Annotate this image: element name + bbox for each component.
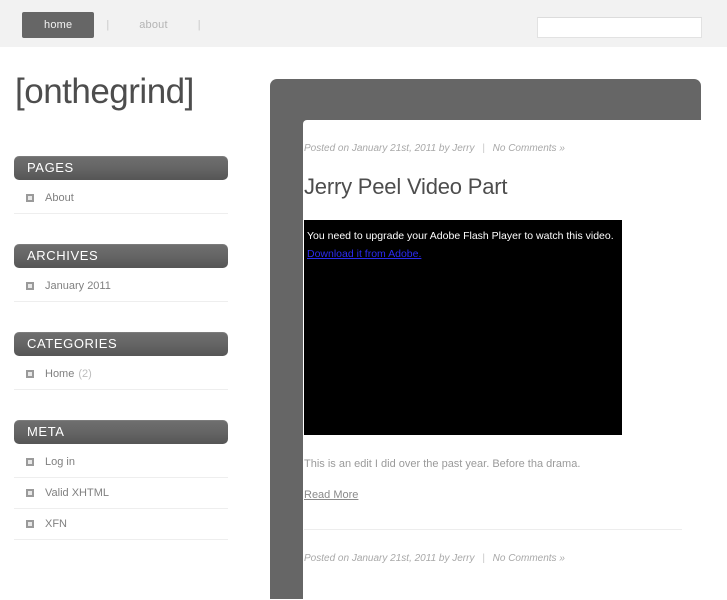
widget-categories: CATEGORIES Home (2) [14, 332, 228, 390]
post-meta-byline: Posted on January 21st, 2011 by Jerry [304, 143, 475, 154]
post-meta-separator: | [482, 553, 485, 564]
list-item[interactable]: Log in [14, 444, 228, 478]
post-meta: Posted on January 21st, 2011 by Jerry | … [304, 120, 701, 155]
post-article: Posted on January 21st, 2011 by Jerry | … [304, 530, 701, 565]
post-meta: Posted on January 21st, 2011 by Jerry | … [304, 530, 701, 565]
list-item[interactable]: Home (2) [14, 356, 228, 390]
widget-list-categories: Home (2) [14, 356, 228, 390]
category-count: (2) [78, 368, 92, 380]
post-title-link[interactable]: Jerry Peel Video Part [304, 174, 507, 199]
square-bullet-icon [26, 520, 34, 528]
flash-upgrade-message: You need to upgrade your Adobe Flash Pla… [307, 230, 614, 242]
nav-item-about[interactable]: about [121, 13, 186, 37]
list-item[interactable]: January 2011 [14, 268, 228, 302]
widget-pages: PAGES About [14, 156, 228, 214]
sidebar-link-january-2011[interactable]: January 2011 [45, 280, 111, 292]
read-more-link[interactable]: Read More [304, 489, 358, 501]
sidebar-link-valid-xhtml[interactable]: Valid XHTML [45, 487, 109, 499]
square-bullet-icon [26, 282, 34, 290]
top-bar: home | about | [0, 0, 727, 47]
square-bullet-icon [26, 458, 34, 466]
sidebar: PAGES About ARCHIVES January 2011 CATEGO… [14, 156, 228, 570]
post-article: Posted on January 21st, 2011 by Jerry | … [304, 120, 701, 530]
square-bullet-icon [26, 489, 34, 497]
post-comments-link[interactable]: No Comments » [493, 553, 565, 564]
list-item[interactable]: Valid XHTML [14, 478, 228, 509]
post-meta-byline: Posted on January 21st, 2011 by Jerry [304, 553, 475, 564]
widget-list-meta: Log in Valid XHTML XFN [14, 444, 228, 540]
primary-navigation: home | about | [22, 12, 213, 38]
flash-download-link[interactable]: Download it from Adobe. [307, 248, 421, 260]
flash-video-placeholder[interactable]: You need to upgrade your Adobe Flash Pla… [304, 220, 622, 435]
sidebar-link-log-in[interactable]: Log in [45, 456, 75, 468]
post-comments-link[interactable]: No Comments » [493, 143, 565, 154]
list-item[interactable]: XFN [14, 509, 228, 540]
sidebar-link-about[interactable]: About [45, 192, 74, 204]
widget-list-archives: January 2011 [14, 268, 228, 302]
widget-title-meta: META [14, 420, 228, 444]
post-title: Jerry Peel Video Part [304, 174, 701, 200]
nav-separator-1: | [106, 19, 110, 31]
post-meta-separator: | [482, 143, 485, 154]
nav-separator-2: | [197, 19, 201, 31]
square-bullet-icon [26, 370, 34, 378]
search-input[interactable] [537, 17, 702, 38]
post-excerpt: This is an edit I did over the past year… [304, 458, 581, 470]
widget-title-categories: CATEGORIES [14, 332, 228, 356]
nav-item-home[interactable]: home [22, 12, 95, 38]
widget-archives: ARCHIVES January 2011 [14, 244, 228, 302]
widget-title-pages: PAGES [14, 156, 228, 180]
content-card: Posted on January 21st, 2011 by Jerry | … [303, 120, 701, 600]
widget-list-pages: About [14, 180, 228, 214]
widget-meta: META Log in Valid XHTML XFN [14, 420, 228, 540]
site-title: [onthegrind] [15, 72, 194, 111]
sidebar-link-home-category[interactable]: Home [45, 368, 74, 380]
square-bullet-icon [26, 194, 34, 202]
search-box [537, 17, 702, 38]
widget-title-archives: ARCHIVES [14, 244, 228, 268]
sidebar-link-xfn[interactable]: XFN [45, 518, 67, 530]
list-item[interactable]: About [14, 180, 228, 214]
